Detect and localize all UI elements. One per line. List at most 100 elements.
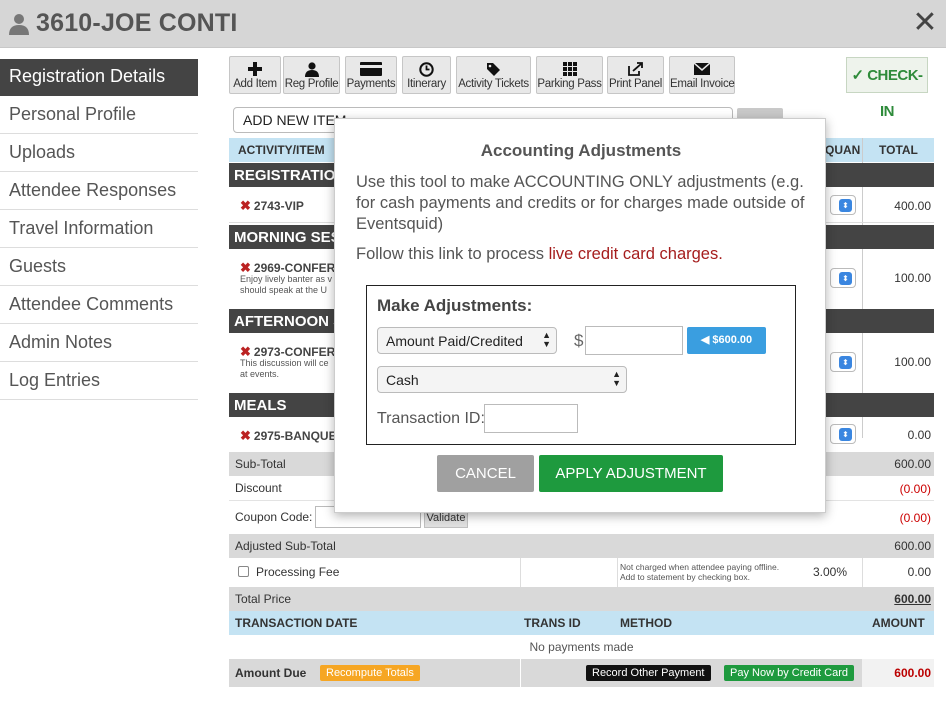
- share-icon: [628, 62, 643, 76]
- transaction-date-header: TRANSACTION DATE: [235, 616, 358, 630]
- total-price-row: Total Price 600.00: [229, 587, 934, 611]
- link-prefix: Follow this link to process: [356, 245, 549, 263]
- remove-icon[interactable]: ✖: [240, 344, 251, 359]
- adjusted-subtotal-value: 600.00: [894, 539, 931, 553]
- live-credit-card-link[interactable]: live credit card charges.: [549, 245, 723, 263]
- amount-due-row: Amount Due Recompute Totals Record Other…: [229, 659, 934, 687]
- modal-title: Accounting Adjustments: [480, 141, 682, 160]
- section-title: REGISTRATION: [234, 167, 347, 184]
- activity-column-header: ACTIVITY/ITEM: [238, 143, 325, 157]
- sidebar-item-attendee-comments[interactable]: Attendee Comments: [0, 287, 198, 324]
- updown-icon: ▲ ▼: [542, 330, 551, 349]
- transaction-id-label: Transaction ID:: [377, 410, 485, 427]
- sidebar-item-registration-details[interactable]: Registration Details: [0, 59, 198, 96]
- sidebar-item-log-entries[interactable]: Log Entries: [0, 363, 198, 400]
- amount-input[interactable]: [585, 326, 683, 355]
- add-item-button[interactable]: Add Item: [229, 56, 281, 94]
- sidebar-item-guests[interactable]: Guests: [0, 249, 198, 286]
- updown-icon: ▲ ▼: [612, 369, 621, 388]
- payments-label: Payments: [346, 78, 396, 90]
- amount-due-label: Amount Due: [235, 666, 307, 680]
- discount-value: (0.00): [899, 482, 931, 496]
- processing-fee-checkbox[interactable]: [238, 566, 249, 577]
- currency-symbol: $: [574, 331, 584, 350]
- pay-by-credit-card-button[interactable]: Pay Now by Credit Card: [724, 665, 854, 681]
- updown-icon: ⬍: [839, 199, 852, 212]
- payment-method-select[interactable]: Cash ▲ ▼: [377, 366, 627, 393]
- fill-amount-button[interactable]: ◀ $600.00: [687, 327, 766, 354]
- record-other-payment-button[interactable]: Record Other Payment: [586, 665, 711, 681]
- sidebar-item-label: Registration Details: [9, 66, 166, 86]
- user-icon: [304, 61, 319, 77]
- adjustment-type-select[interactable]: Amount Paid/Credited ▲ ▼: [377, 327, 557, 354]
- cancel-button[interactable]: CANCEL: [437, 455, 534, 492]
- close-icon[interactable]: ✕: [910, 8, 940, 38]
- check-in-button[interactable]: ✓ CHECK-IN: [846, 57, 928, 120]
- activity-tickets-button[interactable]: Activity Tickets: [456, 56, 531, 94]
- item-name: 2973-CONFER: [253, 345, 336, 359]
- sidebar-item-travel-information[interactable]: Travel Information: [0, 211, 198, 248]
- sidebar-item-attendee-responses[interactable]: Attendee Responses: [0, 173, 198, 210]
- sidebar-item-label: Log Entries: [9, 370, 101, 390]
- adjustment-type-value: Amount Paid/Credited: [386, 333, 523, 349]
- user-icon: [9, 14, 29, 35]
- processing-fee-row: Processing Fee Not charged when attendee…: [229, 558, 934, 587]
- make-adjustments-box: Make Adjustments: Amount Paid/Credited ▲ ▼…: [366, 285, 796, 445]
- email-invoice-button[interactable]: Email Invoice: [669, 56, 735, 94]
- make-adjustments-title: Make Adjustments:: [377, 296, 533, 315]
- itinerary-button[interactable]: Itinerary: [402, 56, 451, 94]
- transaction-id-input[interactable]: [484, 404, 578, 433]
- reg-profile-button[interactable]: Reg Profile: [283, 56, 340, 94]
- transactions-header: TRANSACTION DATE TRANS ID METHOD AMOUNT: [229, 611, 934, 635]
- discount-label: Discount: [235, 481, 282, 495]
- envelope-icon: [694, 63, 710, 75]
- page-title: 3610-JOE CONTI: [36, 9, 238, 37]
- coupon-label: Coupon Code:: [235, 510, 313, 524]
- subtotal-value: 600.00: [894, 457, 931, 471]
- item-total: 400.00: [894, 199, 931, 213]
- remove-icon[interactable]: ✖: [240, 198, 251, 213]
- itinerary-label: Itinerary: [407, 78, 446, 90]
- apply-adjustment-button[interactable]: APPLY ADJUSTMENT: [539, 455, 723, 492]
- recompute-totals-button[interactable]: Recompute Totals: [320, 665, 420, 681]
- no-payments-text: No payments made: [529, 640, 634, 654]
- caret-left-icon: ◀: [700, 334, 713, 346]
- item-row-2743: ✖ 2743-VIP: [240, 198, 304, 214]
- sidebar-item-label: Guests: [9, 256, 67, 276]
- section-title: AFTERNOON S: [234, 313, 344, 330]
- reg-profile-label: Reg Profile: [284, 78, 339, 90]
- quan-column-header: QUAN: [825, 143, 861, 157]
- print-panel-button[interactable]: Print Panel: [607, 56, 664, 94]
- item-description: Enjoy lively banter as v should speak at…: [240, 274, 333, 295]
- activity-tickets-label: Activity Tickets: [458, 78, 529, 90]
- credit-card-icon: [360, 62, 382, 76]
- sidebar-item-label: Uploads: [9, 142, 76, 162]
- clock-icon: [419, 61, 434, 77]
- quantity-select[interactable]: ⬍: [830, 424, 856, 444]
- remove-icon[interactable]: ✖: [240, 260, 251, 275]
- quantity-select[interactable]: ⬍: [830, 268, 856, 288]
- sidebar-item-label: Attendee Responses: [9, 180, 177, 200]
- adjusted-subtotal-label: Adjusted Sub-Total: [235, 539, 336, 553]
- sidebar-item-admin-notes[interactable]: Admin Notes: [0, 325, 198, 362]
- sidebar-item-label: Travel Information: [9, 218, 154, 238]
- sidebar-item-label: Personal Profile: [9, 104, 137, 124]
- sidebar-item-uploads[interactable]: Uploads: [0, 135, 198, 172]
- payments-button[interactable]: Payments: [345, 56, 397, 94]
- parking-pass-button[interactable]: Parking Pass: [536, 56, 603, 94]
- quantity-select[interactable]: ⬍: [830, 352, 856, 372]
- updown-icon: ⬍: [839, 272, 852, 285]
- item-total: 0.00: [907, 428, 931, 442]
- total-price-label: Total Price: [235, 592, 292, 606]
- remove-icon[interactable]: ✖: [240, 428, 251, 443]
- sidebar-item-personal-profile[interactable]: Personal Profile: [0, 97, 198, 134]
- method-header: METHOD: [620, 616, 672, 630]
- processing-fee-amount: 0.00: [907, 565, 931, 579]
- adjusted-subtotal-row: Adjusted Sub-Total 600.00: [229, 534, 934, 558]
- add-new-item-value: ADD NEW ITEM: [243, 112, 347, 128]
- sidebar-item-label: Attendee Comments: [9, 294, 174, 314]
- quantity-select[interactable]: ⬍: [830, 195, 856, 215]
- item-description: This discussion will ce at events.: [240, 358, 329, 379]
- item-total: 100.00: [894, 355, 931, 369]
- transaction-id-header: TRANS ID: [524, 616, 581, 630]
